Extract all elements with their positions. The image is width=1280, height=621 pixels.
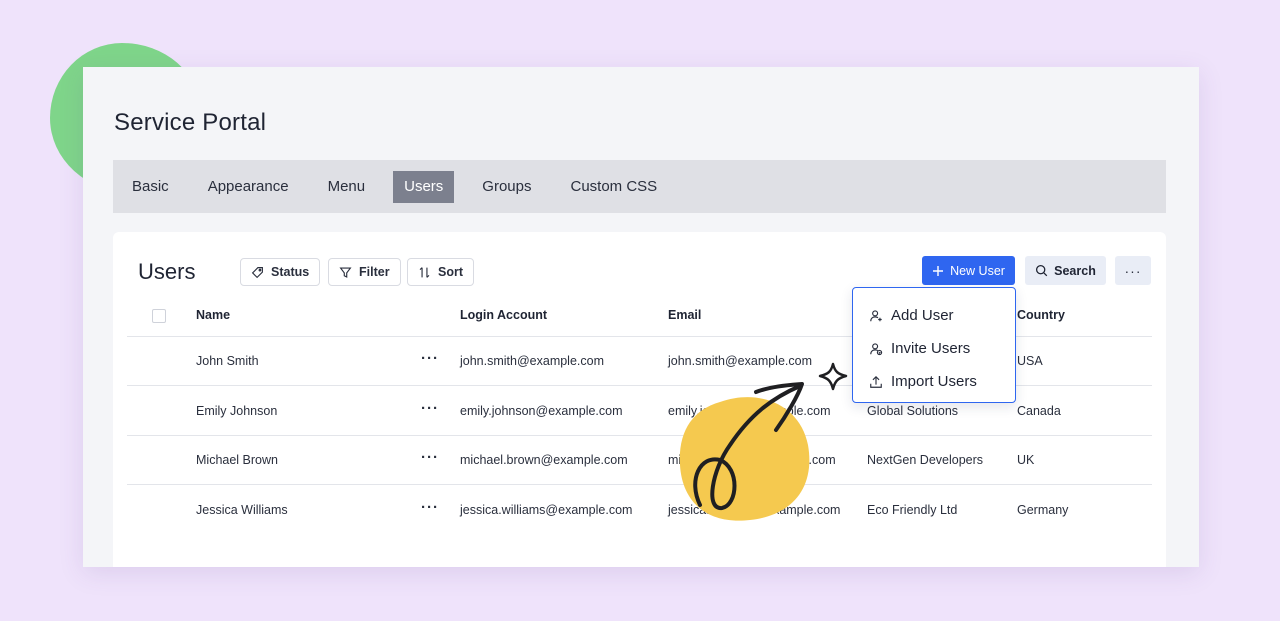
- dropdown-item-label: Invite Users: [891, 340, 971, 357]
- status-chip-label: Status: [271, 265, 310, 279]
- cell-name: Emily Johnson: [196, 404, 278, 418]
- cell-country: USA: [1017, 354, 1043, 368]
- dropdown-item-invite-users[interactable]: Invite Users: [853, 332, 1015, 365]
- new-user-button[interactable]: New User: [922, 256, 1015, 285]
- filter-chip-label: Filter: [359, 265, 390, 279]
- cell-login: john.smith@example.com: [460, 354, 604, 368]
- cell-country: UK: [1017, 453, 1035, 467]
- row-menu-button[interactable]: ···: [421, 449, 439, 466]
- tab-basic[interactable]: Basic: [121, 171, 180, 203]
- row-menu-button[interactable]: ···: [421, 350, 439, 367]
- cell-name: John Smith: [196, 354, 259, 368]
- dropdown-item-import-users[interactable]: Import Users: [853, 365, 1015, 398]
- page-title: Service Portal: [114, 109, 267, 136]
- cell-login: emily.johnson@example.com: [460, 404, 623, 418]
- column-header-email[interactable]: Email: [668, 308, 701, 322]
- cell-company: NextGen Developers: [867, 453, 984, 467]
- upload-icon: [870, 375, 882, 388]
- tab-users[interactable]: Users: [393, 170, 455, 203]
- column-header-name[interactable]: Name: [196, 308, 230, 322]
- column-header-country[interactable]: Country: [1017, 308, 1065, 322]
- new-user-dropdown: Add User Invite Users Import Users: [852, 287, 1016, 403]
- dropdown-item-label: Import Users: [891, 373, 977, 390]
- column-header-login[interactable]: Login Account: [460, 308, 547, 322]
- search-button[interactable]: Search: [1025, 256, 1106, 285]
- cell-email: michael.brown@example.com: [668, 453, 836, 467]
- cell-name: Jessica Williams: [196, 503, 288, 517]
- row-divider: [127, 484, 1152, 485]
- dropdown-item-add-user[interactable]: Add User: [853, 299, 1015, 332]
- service-portal-card: Service Portal Basic Appearance Menu Use…: [83, 67, 1199, 567]
- user-plus-icon: [870, 309, 882, 321]
- tab-appearance[interactable]: Appearance: [197, 171, 300, 203]
- cell-country: Germany: [1017, 503, 1069, 517]
- row-menu-button[interactable]: ···: [421, 499, 439, 516]
- user-invite-icon: [870, 342, 883, 355]
- tab-groups[interactable]: Groups: [471, 171, 542, 203]
- dropdown-item-label: Add User: [891, 307, 954, 324]
- sort-chip[interactable]: Sort: [407, 258, 474, 286]
- settings-tabs: Basic Appearance Menu Users Groups Custo…: [113, 160, 1166, 213]
- tab-custom-css[interactable]: Custom CSS: [560, 171, 669, 203]
- cell-email: jessica.williams@example.com: [668, 503, 841, 517]
- cell-company: Global Solutions: [867, 404, 959, 418]
- tab-menu[interactable]: Menu: [317, 171, 377, 203]
- search-icon: [1036, 264, 1048, 277]
- row-divider: [127, 435, 1152, 436]
- new-user-label: New User: [950, 263, 1005, 278]
- more-options-button[interactable]: ···: [1115, 256, 1151, 285]
- search-label: Search: [1054, 263, 1096, 278]
- cell-login: jessica.williams@example.com: [460, 503, 633, 517]
- cell-login: michael.brown@example.com: [460, 453, 628, 467]
- select-all-checkbox[interactable]: [152, 309, 166, 323]
- cell-name: Michael Brown: [196, 453, 278, 467]
- cell-company: Eco Friendly Ltd: [867, 503, 958, 517]
- cell-email: john.smith@example.com: [668, 354, 812, 368]
- status-chip[interactable]: Status: [240, 258, 321, 286]
- filter-chip[interactable]: Filter: [328, 258, 401, 286]
- row-menu-button[interactable]: ···: [421, 400, 439, 417]
- filter-icon: [339, 266, 352, 278]
- sort-chip-label: Sort: [438, 265, 463, 279]
- plus-icon: [933, 265, 944, 276]
- cell-country: Canada: [1017, 404, 1061, 418]
- sort-icon: [419, 266, 430, 278]
- users-heading: Users: [138, 259, 196, 284]
- tag-icon: [251, 266, 263, 278]
- cell-email: emily.johnson@example.com: [668, 404, 831, 418]
